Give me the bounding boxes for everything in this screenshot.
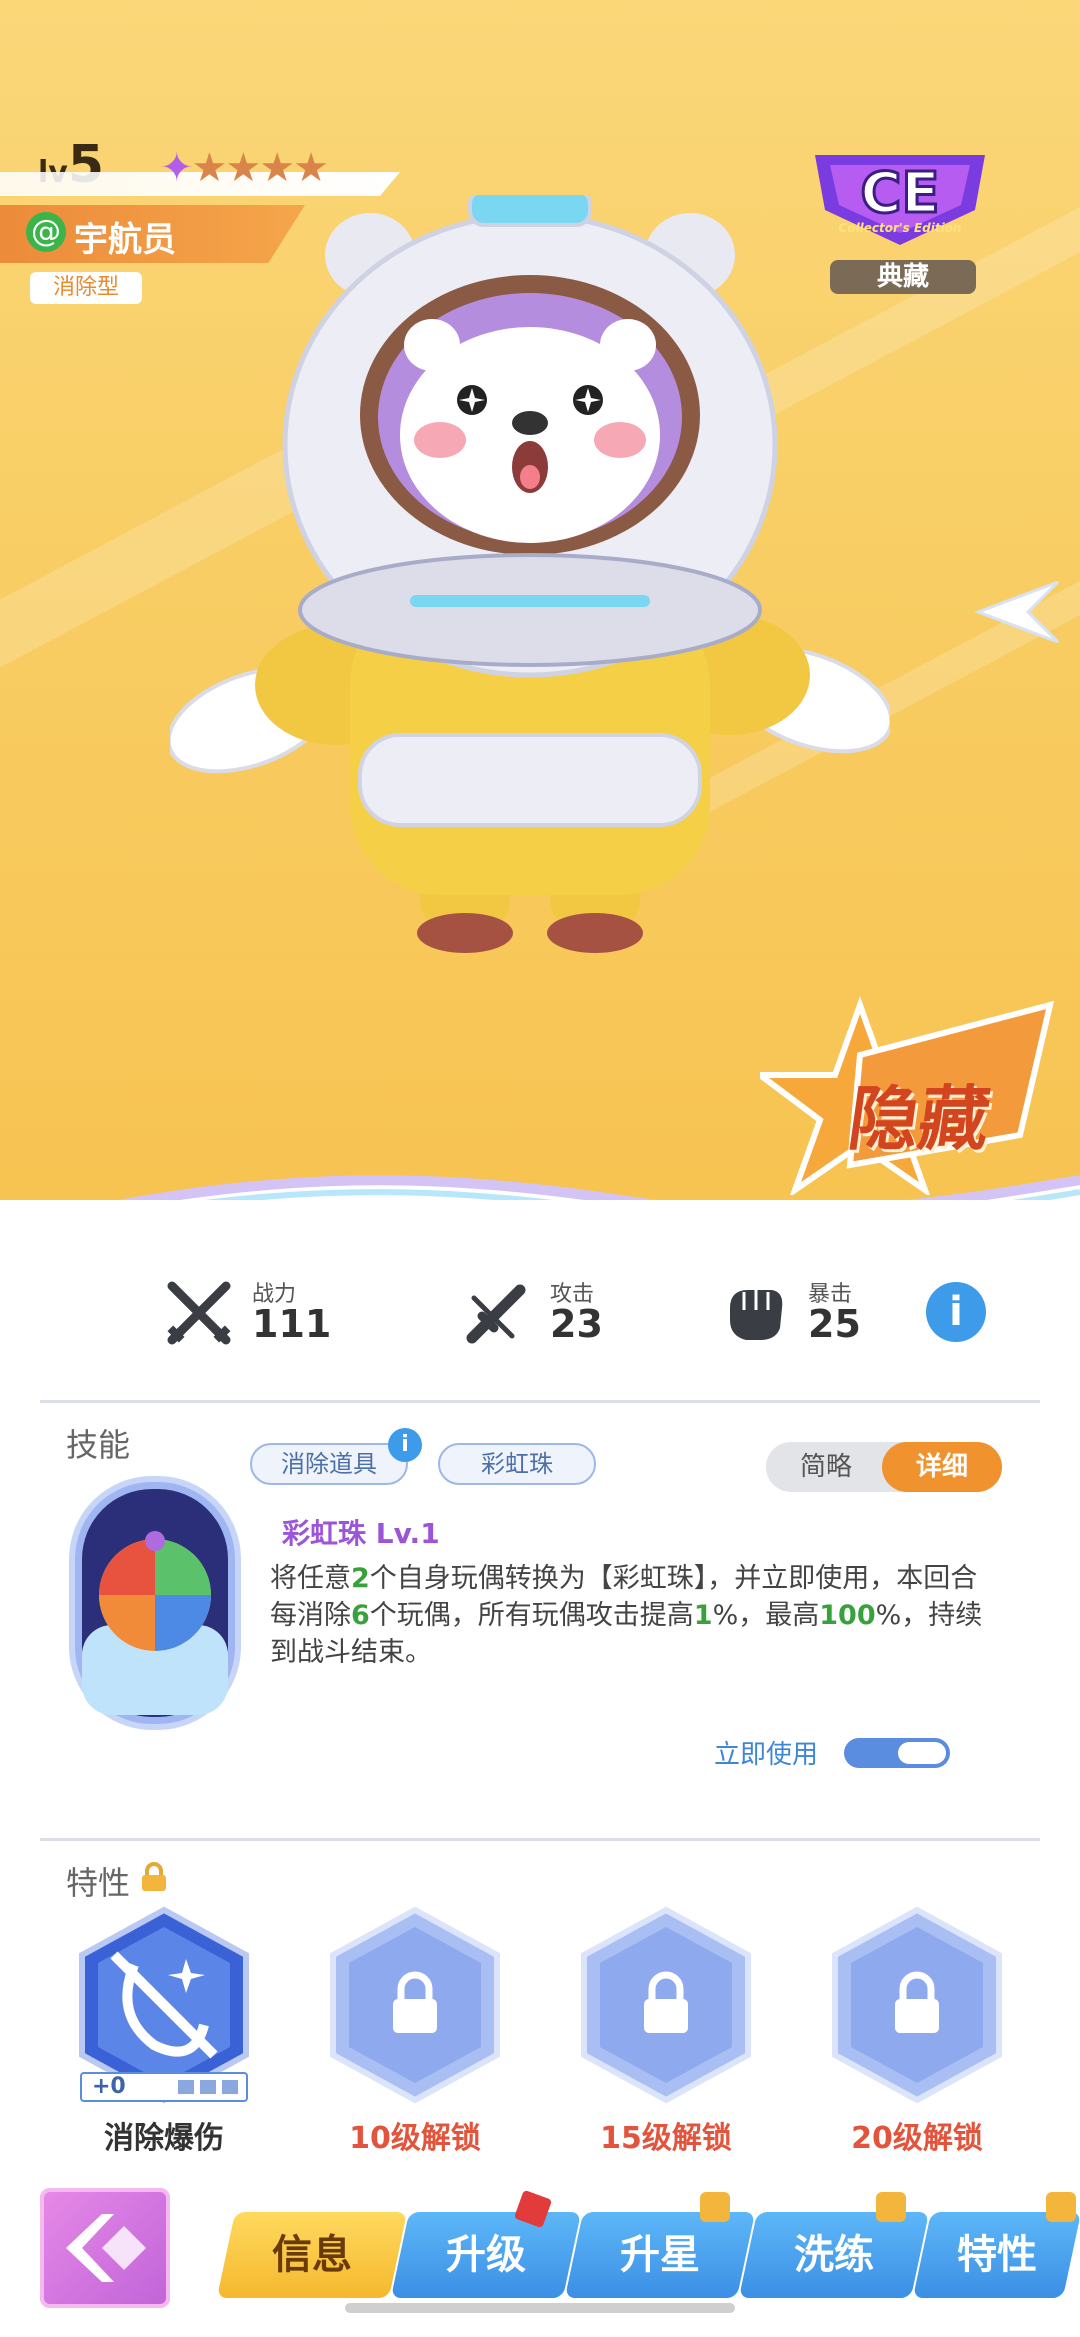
trait-locked-slot[interactable] [576, 1905, 756, 2105]
star-icon: ★ [293, 145, 329, 191]
use-now-label: 立即使用 [714, 1740, 819, 1770]
tab-refine[interactable]: 洗练 [738, 2212, 930, 2298]
star-rating: ✦★★★★ [160, 145, 329, 191]
lock-icon [876, 2192, 906, 2222]
next-character-arrow-icon[interactable] [968, 572, 1068, 652]
skill-description: 将任意2个自身玩偶转换为【彩虹珠】，并立即使用，本回合每消除6个玩偶，所有玩偶攻… [270, 1560, 990, 1671]
divider [40, 1838, 1040, 1841]
tab-label: 特性 [957, 2232, 1037, 2278]
star-icon: ★ [191, 145, 228, 191]
tab-label: 升级 [446, 2232, 526, 2278]
stat-value: 111 [252, 1302, 332, 1346]
tab-info[interactable]: 信息 [216, 2212, 408, 2298]
skill-tag-item[interactable]: 消除道具 [250, 1443, 408, 1485]
lock-icon [700, 2192, 730, 2222]
tab-traits[interactable]: 特性 [912, 2212, 1080, 2298]
swirl-icon: @ [26, 212, 66, 252]
desc-text: %，最高 [712, 1600, 820, 1631]
details-panel [0, 1200, 1080, 2337]
desc-highlight: 100 [819, 1600, 876, 1631]
stat-power: 战力 111 [164, 1272, 364, 1352]
character-name: 宇航员 [74, 220, 176, 260]
trait-unlock-label: 20级解锁 [851, 2121, 983, 2156]
lock-icon [142, 1862, 166, 1891]
toggle-detail[interactable]: 详细 [882, 1442, 1002, 1492]
trait-progress-bars [178, 2080, 238, 2094]
use-now-switch[interactable] [844, 1738, 950, 1768]
star-icon: ✦ [160, 145, 193, 191]
tab-label: 信息 [272, 2232, 352, 2278]
sword-icon [466, 1284, 526, 1344]
tab-upgrade[interactable]: 升级 [390, 2212, 582, 2298]
hidden-label: 隐藏 [843, 1078, 995, 1160]
tab-label: 升星 [620, 2232, 700, 2278]
tag-info-icon[interactable]: i [388, 1428, 422, 1462]
desc-text: 将任意 [270, 1563, 351, 1594]
traits-section-title: 特性 [66, 1864, 131, 1902]
trait-unlock-label: 15级解锁 [600, 2121, 732, 2156]
skill-section-title: 技能 [66, 1426, 131, 1464]
desc-highlight: 2 [351, 1563, 370, 1594]
trait-unlock-label: 10级解锁 [349, 2121, 481, 2156]
trait-locked-slot[interactable] [325, 1905, 505, 2105]
lock-icon [1046, 2192, 1076, 2222]
astronaut-bear-character [170, 195, 890, 953]
desc-highlight: 1 [693, 1600, 713, 1631]
star-icon: ★ [259, 145, 295, 191]
stat-value: 23 [550, 1302, 603, 1346]
back-arrow-icon [66, 2214, 146, 2282]
switch-knob [898, 1742, 946, 1764]
type-badge: 消除型 [30, 272, 142, 304]
desc-text: 个玩偶，所有玩偶攻击提高 [369, 1600, 694, 1631]
fist-icon [730, 1290, 783, 1340]
stat-value: 25 [808, 1302, 861, 1346]
trait-locked-slot[interactable] [827, 1905, 1007, 2105]
detail-toggle[interactable]: 简略 详细 [766, 1442, 1002, 1492]
trait-level-text: +0 [92, 2074, 126, 2099]
skill-tag-rainbow[interactable]: 彩虹珠 [438, 1443, 596, 1485]
back-button[interactable] [40, 2188, 170, 2308]
tab-label: 洗练 [794, 2232, 874, 2278]
home-indicator[interactable] [345, 2303, 735, 2313]
toggle-brief[interactable]: 简略 [766, 1442, 886, 1492]
desc-highlight: 6 [351, 1600, 370, 1631]
skill-name: 彩虹珠 Lv.1 [282, 1517, 440, 1550]
stats-info-button[interactable]: i [926, 1282, 986, 1342]
stat-critical: 暴击 25 [720, 1272, 920, 1352]
tab-star-up[interactable]: 升星 [564, 2212, 756, 2298]
stat-attack: 攻击 23 [462, 1272, 662, 1352]
skill-card[interactable] [68, 1475, 242, 1731]
crossed-swords-icon [167, 1281, 231, 1345]
trait-label: 消除爆伤 [104, 2121, 224, 2156]
trait-level-bar: +0 [80, 2072, 248, 2102]
star-icon: ★ [225, 145, 261, 191]
divider [40, 1400, 1040, 1403]
